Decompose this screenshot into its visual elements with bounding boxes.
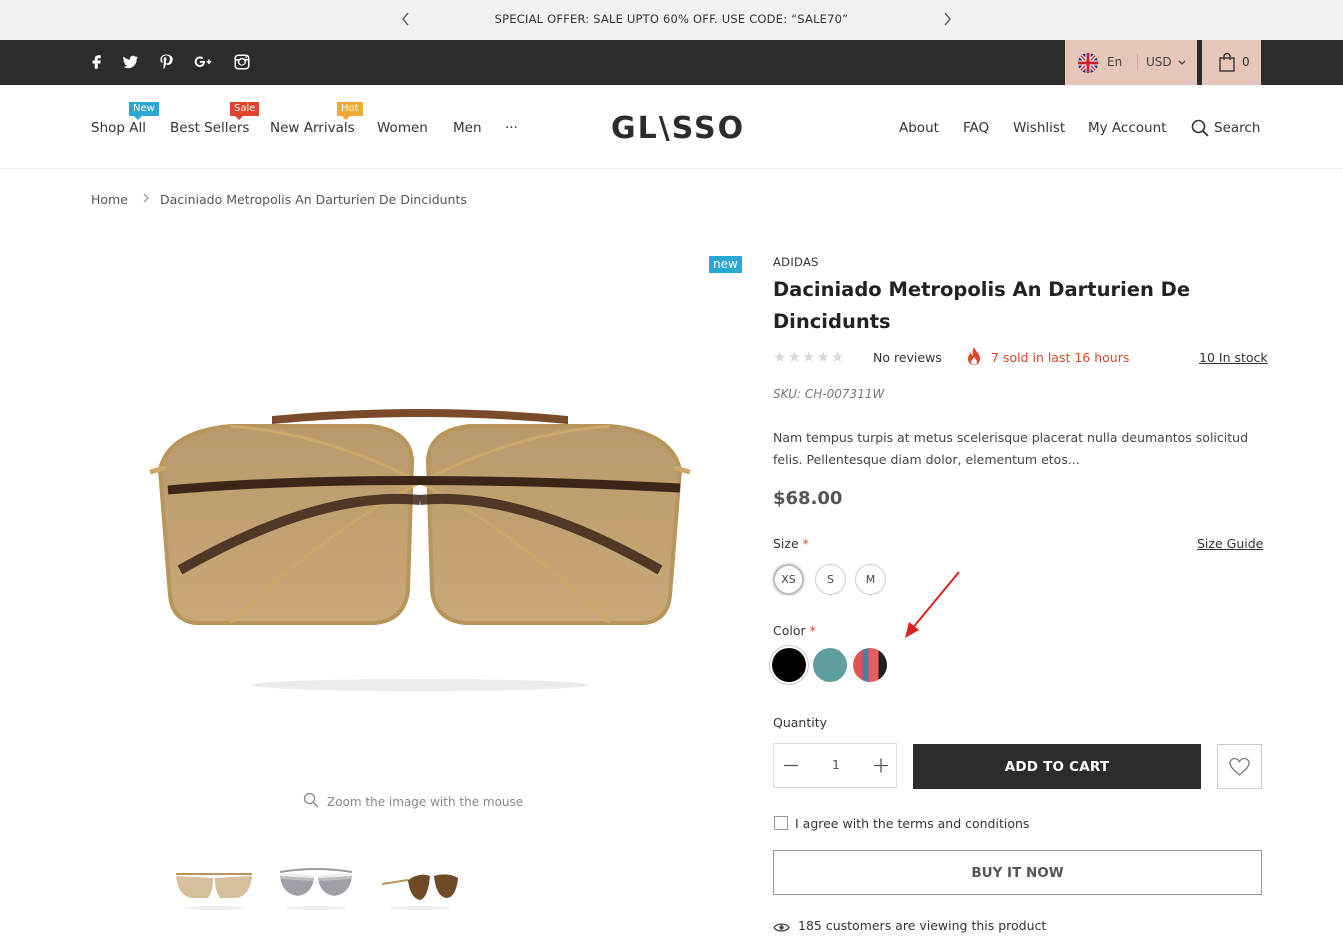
thumbnail-2[interactable]: [274, 862, 358, 912]
size-option-m[interactable]: M: [855, 564, 886, 595]
buy-it-now-button[interactable]: BUY IT NOW: [773, 850, 1262, 895]
plus-icon[interactable]: [864, 744, 898, 787]
size-label-text: Size: [773, 536, 799, 551]
breadcrumb-current: Daciniado Metropolis An Darturien De Din…: [160, 192, 467, 207]
nav-more[interactable]: ...: [505, 116, 518, 132]
required-marker: *: [802, 536, 809, 551]
heart-icon: [1218, 757, 1261, 792]
minus-icon[interactable]: [774, 744, 808, 787]
magnifier-icon: [303, 792, 319, 811]
nav-women[interactable]: Women: [377, 120, 428, 136]
nav-new-arrivals[interactable]: New Arrivals: [270, 120, 355, 136]
currency-label[interactable]: USD: [1146, 55, 1172, 69]
nav-best-sellers[interactable]: Best Sellers: [170, 120, 249, 136]
instagram-icon[interactable]: [231, 52, 253, 72]
product-price: $68.00: [773, 488, 843, 509]
rating-stars[interactable]: ★★★★★: [773, 348, 845, 366]
facebook-icon[interactable]: [86, 52, 108, 72]
size-guide-link[interactable]: Size Guide: [1197, 536, 1263, 551]
color-swatch-black[interactable]: [772, 648, 806, 682]
wishlist-button[interactable]: [1217, 744, 1262, 789]
main-nav: New Shop All Sale Best Sellers Hot New A…: [0, 85, 1343, 169]
announcement-bar: SPECIAL OFFER: SALE UPTO 60% OFF. USE CO…: [0, 0, 1343, 40]
size-option-s[interactable]: S: [815, 564, 846, 595]
cart-count: 0: [1242, 55, 1250, 69]
pinterest-icon[interactable]: [155, 52, 177, 72]
search-icon[interactable]: [1191, 119, 1209, 137]
color-swatch-multicolor[interactable]: [853, 648, 887, 682]
nav-search[interactable]: Search: [1214, 120, 1260, 136]
breadcrumb-chevron-icon: [141, 191, 151, 208]
product-main-image[interactable]: [120, 380, 720, 710]
zoom-hint-text: Zoom the image with the mouse: [327, 794, 524, 809]
size-option-xs[interactable]: XS: [773, 564, 804, 595]
new-badge: new: [709, 256, 742, 273]
thumbnail-1[interactable]: [172, 862, 256, 912]
google-plus-icon[interactable]: [192, 52, 214, 72]
sold-recently-text: 7 sold in last 16 hours: [991, 350, 1130, 365]
add-to-cart-button[interactable]: ADD TO CART: [913, 744, 1201, 789]
reviews-count: No reviews: [873, 350, 942, 365]
annotation-arrow-icon: [897, 568, 963, 640]
quantity-input[interactable]: 1: [808, 757, 864, 772]
terms-checkbox[interactable]: [774, 816, 788, 830]
color-swatch-teal[interactable]: [813, 648, 847, 682]
star-icon: ★: [773, 348, 788, 366]
uk-flag-icon: [1078, 53, 1098, 73]
announcement-text: SPECIAL OFFER: SALE UPTO 60% OFF. USE CO…: [494, 12, 849, 26]
badge-new: New: [129, 102, 159, 120]
shopping-bag-icon: [1218, 52, 1236, 72]
badge-sale: Sale: [230, 102, 260, 120]
star-icon: ★: [816, 348, 831, 366]
star-icon: ★: [801, 348, 817, 366]
required-marker: *: [809, 623, 816, 638]
nav-my-account[interactable]: My Account: [1088, 120, 1166, 136]
terms-label[interactable]: I agree with the terms and conditions: [795, 816, 1029, 831]
breadcrumb-home[interactable]: Home: [91, 192, 128, 207]
locale-selector[interactable]: En USD: [1065, 40, 1197, 85]
fire-icon: [965, 346, 983, 366]
star-icon: ★: [787, 348, 802, 366]
badge-hot: Hot: [337, 102, 363, 120]
language-label[interactable]: En: [1107, 55, 1122, 69]
product-title: Daciniado Metropolis An Darturien De Din…: [773, 278, 1191, 333]
chevron-right-icon[interactable]: [937, 9, 957, 29]
color-label: Color *: [773, 623, 816, 638]
product-sku: SKU: CH-007311W: [773, 387, 885, 401]
quantity-stepper: 1: [773, 743, 897, 788]
logo[interactable]: GL\SSO: [611, 111, 745, 146]
locale-divider: [1137, 54, 1138, 71]
product-brand[interactable]: ADIDAS: [773, 255, 819, 269]
color-label-text: Color: [773, 623, 806, 638]
zoom-hint: Zoom the image with the mouse: [303, 792, 523, 811]
eye-icon: [773, 919, 790, 932]
twitter-icon[interactable]: [119, 52, 141, 72]
chevron-down-icon[interactable]: [1176, 55, 1188, 69]
nav-about[interactable]: About: [899, 120, 939, 136]
nav-men[interactable]: Men: [453, 120, 482, 136]
product-description: Nam tempus turpis at metus scelerisque p…: [773, 430, 1248, 467]
cart-button[interactable]: 0: [1202, 40, 1261, 85]
thumbnail-3[interactable]: [378, 862, 462, 912]
star-icon: ★: [830, 348, 846, 366]
stock-status: 10 In stock: [1199, 350, 1268, 365]
size-label: Size *: [773, 536, 809, 551]
nav-faq[interactable]: FAQ: [963, 120, 989, 136]
quantity-label: Quantity: [773, 715, 828, 730]
viewers-count-text: 185 customers are viewing this product: [798, 918, 1047, 933]
nav-shop-all[interactable]: Shop All: [91, 120, 146, 136]
top-bar: En USD 0: [0, 40, 1343, 85]
nav-wishlist[interactable]: Wishlist: [1013, 120, 1065, 136]
